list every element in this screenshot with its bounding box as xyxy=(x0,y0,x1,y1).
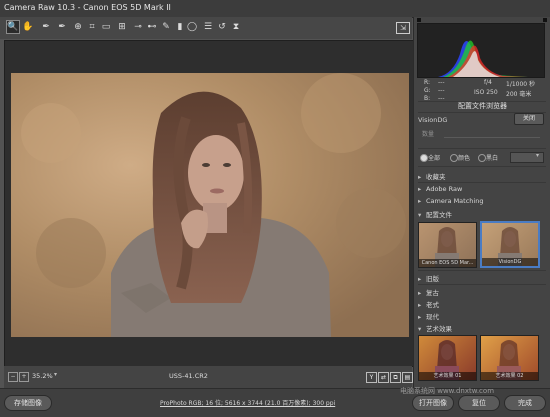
r-label: R: xyxy=(424,79,431,86)
rotate-right-icon[interactable]: ⧗ xyxy=(230,21,242,33)
photo-preview xyxy=(11,73,409,337)
group-label: 老式 xyxy=(426,301,439,309)
group-label: 旧版 xyxy=(426,275,439,283)
group-favorites[interactable]: ▸ 收藏夹 xyxy=(418,171,446,182)
filter-color-radio[interactable] xyxy=(450,154,458,162)
thumbnail-label: Canon EOS 5D Mar... xyxy=(419,259,476,267)
group-label: Adobe Raw xyxy=(426,185,463,193)
hand-tool-icon[interactable]: ✋ xyxy=(22,21,34,33)
done-button[interactable]: 完成 xyxy=(504,395,546,411)
profile-thumbnail-artistic-02[interactable]: 艺术效果 02 xyxy=(480,335,539,381)
copy-settings-icon[interactable]: ⧉ xyxy=(390,372,401,383)
expand-arrow-icon: ▸ xyxy=(418,301,422,309)
filter-bw-radio[interactable] xyxy=(478,154,486,162)
group-camera-matching[interactable]: ▸ Camera Matching xyxy=(418,197,483,208)
group-label: 复古 xyxy=(426,289,439,297)
group-label: 收藏夹 xyxy=(426,173,446,181)
fullscreen-icon[interactable]: ⇲ xyxy=(396,22,410,34)
window-title: Camera Raw 10.3 - Canon EOS 5D Mark II xyxy=(4,3,171,12)
workflow-options-link[interactable]: ProPhoto RGB; 16 位; 5616 x 3744 (21.0 百万… xyxy=(160,398,335,407)
group-old-style[interactable]: ▸ 老式 xyxy=(418,299,439,310)
collapse-arrow-icon: ▾ xyxy=(418,325,422,333)
filter-color-label: 颜色 xyxy=(458,155,471,162)
white-balance-tool-icon[interactable]: ✒ xyxy=(40,21,52,33)
thumbnail-label: 艺术效果 02 xyxy=(481,372,538,380)
targeted-adjustment-tool-icon[interactable]: ⊕ xyxy=(72,21,84,33)
transform-tool-icon[interactable]: ⊞ xyxy=(116,21,128,33)
group-artistic[interactable]: ▾ 艺术效果 xyxy=(418,323,452,334)
profile-name: VisionDG xyxy=(418,116,448,124)
swap-settings-icon[interactable]: ⇄ xyxy=(378,372,389,383)
r-value: --- xyxy=(438,79,445,86)
zoom-level[interactable]: 35.2% xyxy=(32,372,53,380)
filter-all-radio[interactable] xyxy=(420,154,428,162)
shadow-clipping-icon[interactable] xyxy=(417,18,421,22)
highlight-clipping-icon[interactable] xyxy=(543,18,547,22)
g-value: --- xyxy=(438,87,445,94)
expand-arrow-icon: ▸ xyxy=(418,185,422,193)
focal-length: 200 毫米 xyxy=(506,91,532,98)
watermark: 电脑系统网 www.dnxtw.com xyxy=(400,387,495,395)
toggle-settings-icon[interactable]: ▤ xyxy=(402,372,413,383)
adjustment-brush-icon[interactable]: ✎ xyxy=(160,21,172,33)
open-image-button[interactable]: 打开图像 xyxy=(412,395,454,411)
group-label: Camera Matching xyxy=(426,197,484,205)
group-legacy[interactable]: ▸ 旧版 xyxy=(418,273,439,284)
save-image-button[interactable]: 存储图像 xyxy=(4,395,52,411)
red-eye-tool-icon[interactable]: ⊷ xyxy=(146,21,158,33)
expand-arrow-icon: ▸ xyxy=(418,173,422,181)
spot-removal-tool-icon[interactable]: ⊸ xyxy=(132,21,144,33)
aperture: f/4 xyxy=(484,79,492,86)
image-preview-area[interactable] xyxy=(4,40,414,367)
group-label: 配置文件 xyxy=(426,211,452,219)
before-after-toggle-icon[interactable]: Y xyxy=(366,372,377,383)
preferences-icon[interactable]: ☰ xyxy=(202,21,214,33)
view-dropdown-chevron-icon[interactable]: ▾ xyxy=(536,152,539,159)
histogram xyxy=(417,23,545,78)
portrait-photo xyxy=(11,73,409,337)
status-bar: − + 35.2% ▾ USS-41.CR2 Y ⇄ ⧉ ▤ xyxy=(4,366,413,388)
filter-bw-label: 黑白 xyxy=(486,155,499,162)
thumbnail-label: VisionDG xyxy=(482,258,538,266)
filter-all-label: 全部 xyxy=(428,155,441,162)
profile-thumbnail-visiondg[interactable]: VisionDG xyxy=(480,221,540,268)
crop-tool-icon[interactable]: ⌗ xyxy=(86,21,98,33)
radial-filter-icon[interactable]: ◯ xyxy=(186,21,198,33)
group-vintage[interactable]: ▸ 复古 xyxy=(418,287,439,298)
group-label: 现代 xyxy=(426,313,439,321)
profile-thumbnail-artistic-01[interactable]: 艺术效果 01 xyxy=(418,335,477,381)
straighten-tool-icon[interactable]: ▭ xyxy=(100,21,112,33)
group-profiles[interactable]: ▾ 配置文件 xyxy=(418,209,452,220)
rotate-left-icon[interactable]: ↺ xyxy=(216,21,228,33)
collapse-arrow-icon: ▾ xyxy=(418,211,422,219)
filename: USS-41.CR2 xyxy=(169,372,208,380)
iso: ISO 250 xyxy=(474,89,498,96)
group-adobe-raw[interactable]: ▸ Adobe Raw xyxy=(418,185,462,196)
graduated-filter-icon[interactable]: ▮ xyxy=(174,21,186,33)
amount-label: 数量 xyxy=(422,131,435,138)
profile-browser-title: 配置文件浏览器 xyxy=(458,102,507,110)
color-sampler-tool-icon[interactable]: ✒ xyxy=(56,21,68,33)
expand-arrow-icon: ▸ xyxy=(418,313,422,321)
zoom-in-icon[interactable]: + xyxy=(19,372,29,382)
title-bar: Camera Raw 10.3 - Canon EOS 5D Mark II xyxy=(0,0,550,18)
expand-arrow-icon: ▸ xyxy=(418,289,422,297)
thumbnail-label: 艺术效果 01 xyxy=(419,372,476,380)
zoom-tool-icon[interactable]: 🔍 xyxy=(6,20,20,34)
amount-slider[interactable] xyxy=(444,137,540,138)
group-modern[interactable]: ▸ 现代 xyxy=(418,311,439,322)
expand-arrow-icon: ▸ xyxy=(418,275,422,283)
reset-button[interactable]: 复位 xyxy=(458,395,500,411)
toolbar: 🔍 ✋ ✒ ✒ ⊕ ⌗ ▭ ⊞ ⊸ ⊷ ✎ ▮ ◯ ☰ ↺ ⧗ ⇲ xyxy=(0,17,412,39)
profile-thumbnail-canon[interactable]: Canon EOS 5D Mar... xyxy=(418,222,477,268)
group-label: 艺术效果 xyxy=(426,325,452,333)
right-panel: R: --- G: --- B: --- f/4 1/1000 秒 ISO 25… xyxy=(413,17,550,388)
g-label: G: xyxy=(424,87,431,94)
zoom-out-icon[interactable]: − xyxy=(8,372,18,382)
expand-arrow-icon: ▸ xyxy=(418,197,422,205)
zoom-dropdown-icon[interactable]: ▾ xyxy=(54,371,57,378)
shutter-speed: 1/1000 秒 xyxy=(506,81,536,88)
close-button[interactable]: 关闭 xyxy=(514,113,544,125)
